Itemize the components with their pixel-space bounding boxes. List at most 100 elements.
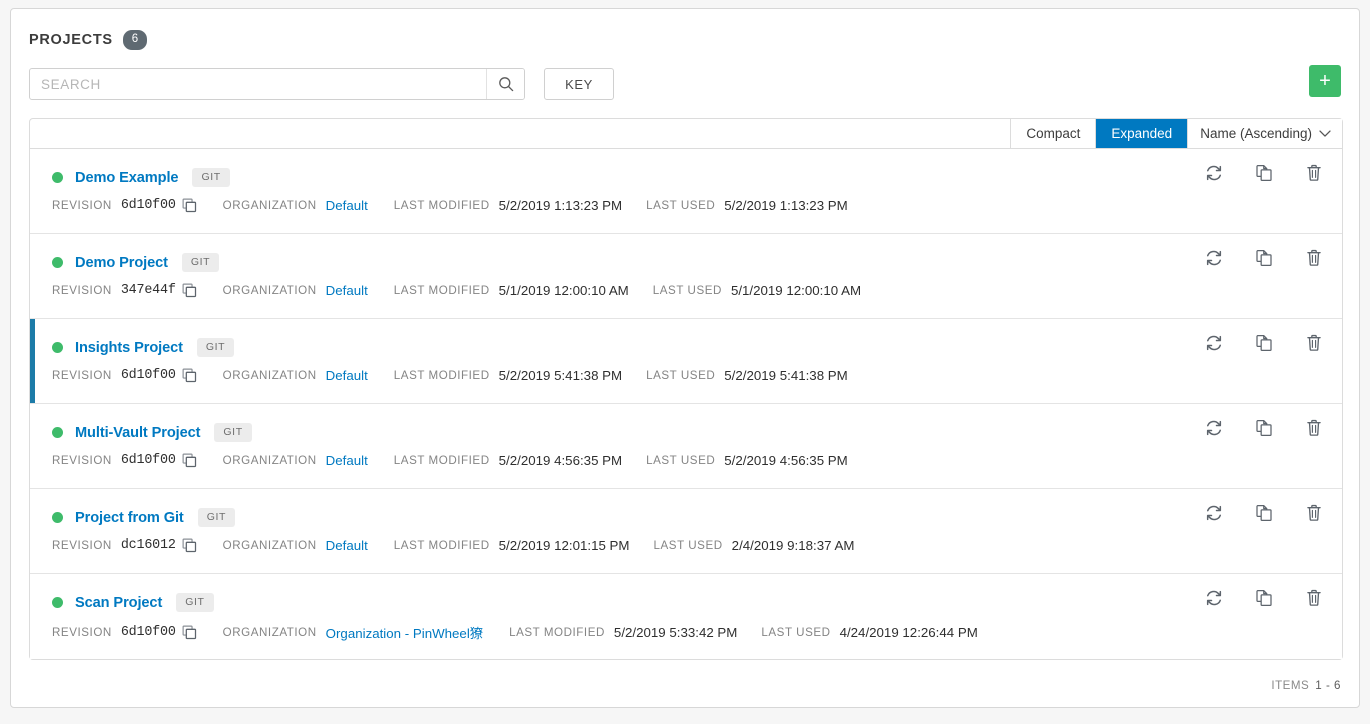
last-used-value: 5/2/2019 1:13:23 PM xyxy=(724,198,848,213)
copy-project-button[interactable] xyxy=(1252,161,1276,185)
organization-link[interactable]: Default xyxy=(326,538,368,553)
organization-label: ORGANIZATION xyxy=(222,626,317,639)
sort-dropdown[interactable]: Name (Ascending) xyxy=(1187,119,1342,148)
last-used-label: LAST USED xyxy=(652,284,722,297)
copy-project-button[interactable] xyxy=(1252,331,1276,355)
sync-icon xyxy=(1206,590,1222,606)
list-view-controls: Compact Expanded Name (Ascending) xyxy=(30,119,1342,149)
sync-project-button[interactable] xyxy=(1202,331,1226,355)
view-compact-button[interactable]: Compact xyxy=(1010,119,1096,148)
clipboard-copy-icon xyxy=(182,453,196,468)
view-expanded-button[interactable]: Expanded xyxy=(1095,119,1188,148)
organization-label: ORGANIZATION xyxy=(222,369,317,382)
organization-link[interactable]: Default xyxy=(326,368,368,383)
scm-type-badge: GIT xyxy=(176,593,214,612)
last-modified-value: 5/2/2019 4:56:35 PM xyxy=(498,453,623,468)
row-actions xyxy=(1202,501,1326,525)
table-row[interactable]: Scan Project GIT REVISION 6d10f00 ORGANIZATI… xyxy=(30,574,1342,659)
search-button[interactable] xyxy=(486,69,524,99)
projects-rows: Demo Example GIT REVISION 6d10f00 ORGANIZATI… xyxy=(30,149,1342,659)
table-row[interactable]: Insights Project GIT REVISION 6d10f00 ORGANI… xyxy=(30,319,1342,404)
row-actions xyxy=(1202,161,1326,185)
organization-label: ORGANIZATION xyxy=(222,284,317,297)
last-modified-label: LAST MODIFIED xyxy=(393,284,490,297)
organization-link[interactable]: Default xyxy=(326,283,368,298)
table-row[interactable]: Demo Project GIT REVISION 347e44f ORGANIZATI… xyxy=(30,234,1342,319)
copy-icon xyxy=(1256,335,1272,351)
projects-list-card: Compact Expanded Name (Ascending) Demo E… xyxy=(29,118,1343,660)
organization-link[interactable]: Organization - PinWheel獠 xyxy=(326,623,483,642)
clipboard-copy-icon xyxy=(182,368,196,383)
last-modified-value: 5/2/2019 12:01:15 PM xyxy=(498,538,630,553)
organization-link[interactable]: Default xyxy=(326,198,368,213)
row-primary-line: Demo Example GIT xyxy=(52,149,1342,189)
sync-project-button[interactable] xyxy=(1202,246,1226,270)
revision-label: REVISION xyxy=(52,626,112,639)
project-name-link[interactable]: Multi-Vault Project xyxy=(75,425,201,441)
delete-project-button[interactable] xyxy=(1302,331,1326,355)
delete-project-button[interactable] xyxy=(1302,501,1326,525)
row-meta-line: REVISION 6d10f00 ORGANIZATION Organization … xyxy=(52,614,1342,642)
row-primary-line: Scan Project GIT xyxy=(52,574,1342,614)
status-dot-icon xyxy=(52,342,63,353)
project-name-link[interactable]: Scan Project xyxy=(75,595,162,611)
copy-revision-button[interactable] xyxy=(182,625,197,640)
revision-value: 6d10f00 xyxy=(120,625,176,640)
copy-revision-button[interactable] xyxy=(182,453,197,468)
copy-revision-button[interactable] xyxy=(182,538,197,553)
project-name-link[interactable]: Project from Git xyxy=(75,510,184,526)
copy-revision-button[interactable] xyxy=(182,368,197,383)
scm-type-badge: GIT xyxy=(197,508,235,527)
add-project-button[interactable]: + xyxy=(1309,65,1341,97)
sync-project-button[interactable] xyxy=(1202,416,1226,440)
copy-project-button[interactable] xyxy=(1252,501,1276,525)
toolbar: KEY + xyxy=(11,53,1359,103)
last-modified-value: 5/2/2019 5:33:42 PM xyxy=(613,625,738,640)
revision-value: 6d10f00 xyxy=(120,453,176,468)
sync-project-button[interactable] xyxy=(1202,501,1226,525)
copy-icon xyxy=(1256,420,1272,436)
last-used-label: LAST USED xyxy=(761,626,831,639)
status-dot-icon xyxy=(52,257,63,268)
row-actions xyxy=(1202,586,1326,610)
sync-project-button[interactable] xyxy=(1202,161,1226,185)
sync-icon xyxy=(1206,335,1222,351)
key-button[interactable]: KEY xyxy=(544,68,614,100)
table-row[interactable]: Multi-Vault Project GIT REVISION 6d10f00 ORG… xyxy=(30,404,1342,489)
scm-type-badge: GIT xyxy=(181,253,220,272)
last-modified-label: LAST MODIFIED xyxy=(393,369,490,382)
copy-revision-button[interactable] xyxy=(182,283,197,298)
revision-value: 347e44f xyxy=(120,283,176,298)
trash-icon xyxy=(1307,164,1321,181)
project-name-link[interactable]: Demo Example xyxy=(75,170,179,186)
project-count-badge: 6 xyxy=(122,29,148,51)
search-input[interactable] xyxy=(30,69,486,99)
last-modified-label: LAST MODIFIED xyxy=(393,454,490,467)
table-row[interactable]: Project from Git GIT REVISION dc16012 ORGANI… xyxy=(30,489,1342,574)
delete-project-button[interactable] xyxy=(1302,246,1326,270)
sync-project-button[interactable] xyxy=(1202,586,1226,610)
items-range: 1 - 6 xyxy=(1315,679,1341,692)
copy-revision-button[interactable] xyxy=(182,198,197,213)
search-icon xyxy=(498,77,513,92)
project-name-link[interactable]: Insights Project xyxy=(75,340,183,356)
copy-project-button[interactable] xyxy=(1252,586,1276,610)
scm-type-badge: GIT xyxy=(196,338,235,357)
trash-icon xyxy=(1307,334,1321,351)
status-dot-icon xyxy=(52,597,63,608)
search-box xyxy=(29,68,525,100)
copy-project-button[interactable] xyxy=(1252,416,1276,440)
row-meta-line: REVISION 6d10f00 ORGANIZATION Default LAST M… xyxy=(52,359,1342,383)
page-title: PROJECTS xyxy=(29,32,113,48)
delete-project-button[interactable] xyxy=(1302,161,1326,185)
copy-project-button[interactable] xyxy=(1252,246,1276,270)
organization-link[interactable]: Default xyxy=(326,453,368,468)
last-used-value: 5/2/2019 4:56:35 PM xyxy=(724,453,848,468)
row-actions xyxy=(1202,416,1326,440)
last-modified-value: 5/2/2019 5:41:38 PM xyxy=(498,368,623,383)
sync-icon xyxy=(1206,505,1222,521)
table-row[interactable]: Demo Example GIT REVISION 6d10f00 ORGANIZATI… xyxy=(30,149,1342,234)
delete-project-button[interactable] xyxy=(1302,416,1326,440)
project-name-link[interactable]: Demo Project xyxy=(75,255,168,271)
delete-project-button[interactable] xyxy=(1302,586,1326,610)
